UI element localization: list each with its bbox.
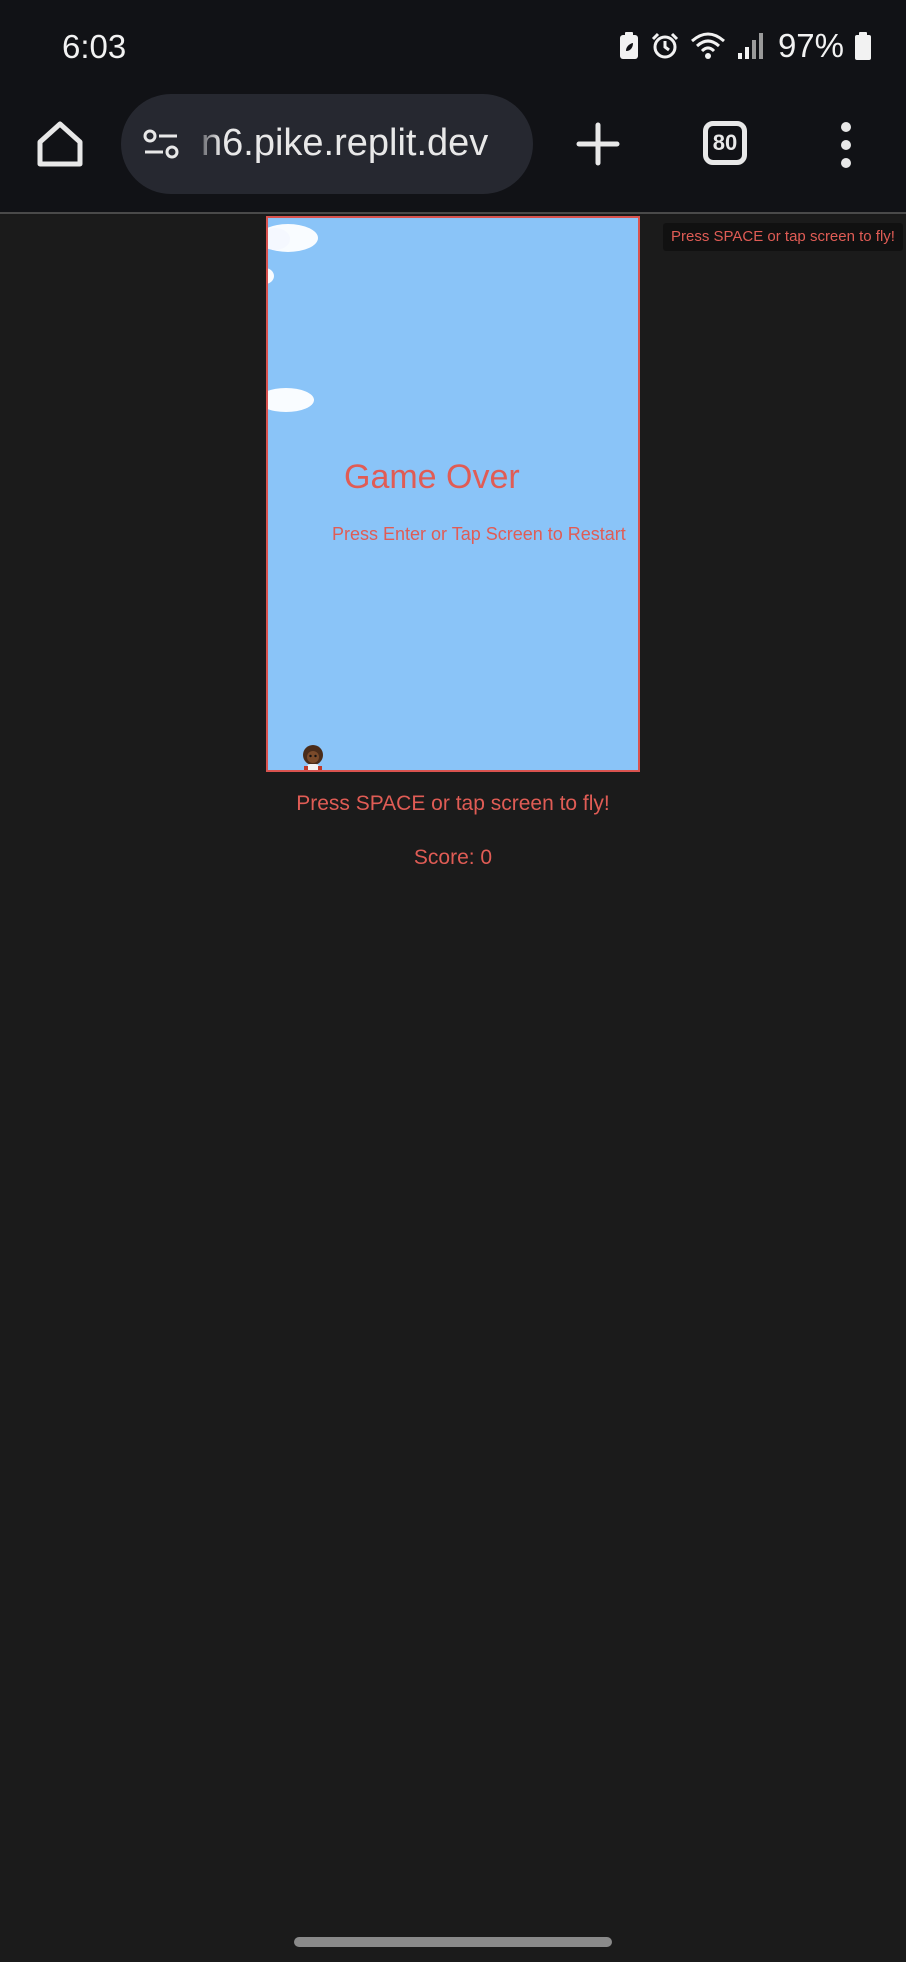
site-settings-icon[interactable] bbox=[141, 124, 181, 164]
corner-hint: Press SPACE or tap screen to fly! bbox=[663, 223, 903, 251]
player-character-icon bbox=[303, 745, 323, 770]
wifi-icon bbox=[690, 32, 725, 59]
battery-icon bbox=[855, 32, 871, 60]
alarm-icon bbox=[651, 32, 678, 59]
address-bar[interactable]: n6.pike.replit.dev bbox=[121, 94, 533, 194]
signal-icon bbox=[737, 33, 763, 59]
web-page: Game Over Press Enter or Tap Screen to R… bbox=[0, 216, 906, 1962]
status-bar: 6:03 97% bbox=[0, 0, 906, 90]
battery-percent: 97% bbox=[777, 27, 844, 64]
instruction-text: Press SPACE or tap screen to fly! bbox=[296, 792, 610, 815]
home-icon[interactable] bbox=[34, 118, 86, 170]
url-text[interactable]: n6.pike.replit.dev bbox=[201, 122, 488, 165]
status-icons: 97% bbox=[618, 26, 872, 66]
game-over-text: Game Over bbox=[344, 458, 520, 496]
restart-text: Press Enter or Tap Screen to Restart bbox=[332, 524, 626, 544]
browser-toolbar: n6.pike.replit.dev 80 bbox=[0, 90, 906, 214]
gesture-navigation-bar[interactable] bbox=[294, 1937, 612, 1947]
more-options-icon[interactable] bbox=[836, 120, 856, 170]
url-fade bbox=[191, 94, 221, 194]
status-time: 6:03 bbox=[62, 28, 127, 65]
new-tab-icon[interactable] bbox=[574, 120, 622, 168]
score-text: Score: 0 bbox=[413, 846, 493, 869]
cloud bbox=[268, 388, 314, 412]
battery-saver-icon bbox=[619, 32, 638, 59]
tab-switcher-icon[interactable]: 80 bbox=[703, 121, 747, 165]
game-canvas[interactable]: Game Over Press Enter or Tap Screen to R… bbox=[266, 216, 640, 772]
cloud bbox=[268, 268, 274, 284]
